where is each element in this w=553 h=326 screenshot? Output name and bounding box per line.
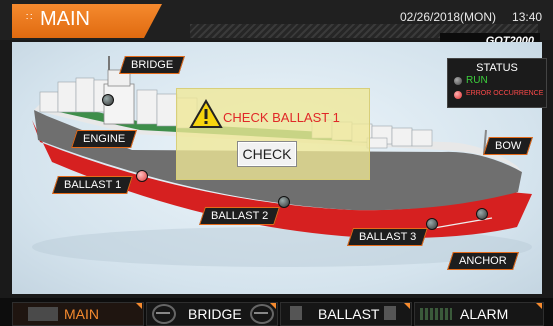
tab-bridge-corner — [270, 303, 276, 309]
hmi-screen: ∷ MAIN 02/26/2018(MON) 13:40 GOT2000 BRI… — [0, 0, 553, 326]
alarm-grid-icon — [420, 308, 452, 320]
anchor-label[interactable]: ANCHOR — [447, 252, 519, 270]
ballast1-dot[interactable] — [136, 170, 148, 182]
tab-bridge-label: BRIDGE — [188, 306, 242, 322]
anchor-dot[interactable] — [476, 208, 488, 220]
tab-ballast-label: BALLAST — [318, 306, 380, 322]
date-text: 02/26/2018(MON) — [400, 10, 497, 24]
time-text: 13:40 — [512, 10, 543, 24]
main-thumbnail-icon — [28, 307, 58, 321]
page-title: MAIN — [40, 8, 90, 30]
bridge-dot[interactable] — [102, 94, 114, 106]
tab-main-corner — [136, 303, 142, 309]
alert-message: CHECK BALLAST 1 — [223, 110, 340, 125]
check-button[interactable]: CHECK — [237, 141, 297, 167]
tab-alarm-label: ALARM — [460, 306, 509, 322]
ballast3-label[interactable]: BALLAST 3 — [347, 228, 429, 246]
status-title: STATUS — [476, 62, 518, 74]
datetime-display: 02/26/2018(MON) 13:40 — [400, 10, 542, 24]
bridge-gauge-icon — [152, 304, 176, 324]
tab-ballast-corner — [404, 303, 410, 309]
error-indicator-icon — [454, 91, 462, 99]
tab-main-label: MAIN — [64, 306, 99, 322]
menu-grid-icon: ∷ — [26, 12, 32, 23]
ballast2-label[interactable]: BALLAST 2 — [199, 207, 281, 225]
alert-dialog: CHECK BALLAST 1 CHECK — [176, 88, 370, 180]
bridge-label[interactable]: BRIDGE — [119, 56, 186, 74]
ballast-tank-icon-2 — [384, 306, 396, 320]
run-label: RUN — [466, 75, 488, 86]
error-label: ERROR OCCURRENCE — [466, 90, 544, 97]
run-indicator-icon — [454, 77, 462, 85]
bow-label[interactable]: BOW — [483, 137, 534, 155]
status-panel: STATUS RUN ERROR OCCURRENCE — [447, 58, 547, 108]
ballast-tank-icon — [290, 306, 302, 320]
engine-label[interactable]: ENGINE — [71, 130, 138, 148]
ballast1-label[interactable]: BALLAST 1 — [52, 176, 134, 194]
warning-icon — [189, 99, 223, 128]
tab-alarm-corner — [536, 303, 542, 309]
header-bar: ∷ MAIN 02/26/2018(MON) 13:40 GOT2000 — [0, 0, 553, 49]
